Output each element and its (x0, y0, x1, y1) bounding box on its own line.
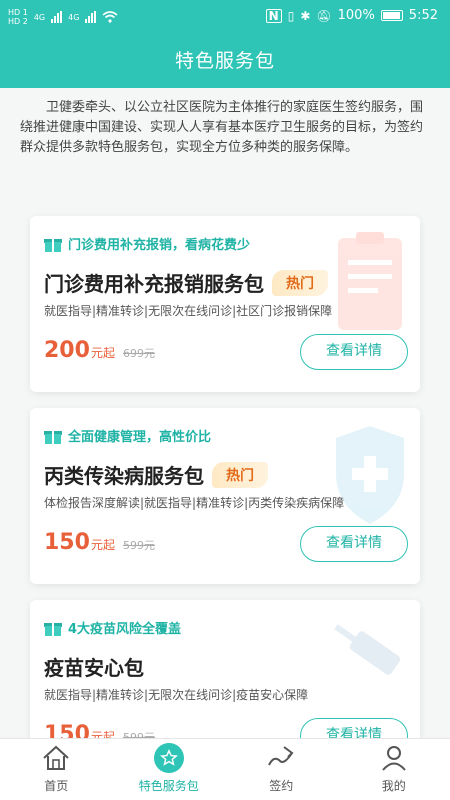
vibrate-icon: ▯ (287, 8, 295, 23)
sim1-label: HD 1 (8, 8, 28, 17)
price-unit: 元起 (90, 538, 115, 552)
gift-icon (44, 620, 62, 636)
price-value: 150 (44, 530, 90, 555)
card-tagline: 4大疫苗风险全覆盖 (44, 618, 181, 637)
view-details-button[interactable]: 查看详情 (300, 718, 408, 738)
tagline-text: 门诊费用补充报销，看病花费少 (68, 238, 251, 253)
sim-labels: HD 1 HD 2 (8, 8, 28, 26)
status-right: N ▯ ✱ 🔕︎ 100% 5:52 (265, 8, 438, 23)
price-value: 150 (44, 722, 90, 738)
original-price: 599元 (122, 539, 155, 552)
service-card-infectious[interactable]: 全面健康管理，高性价比 丙类传染病服务包 热门 体检报告深度解读|就医指导|精准… (30, 408, 420, 584)
syringe-deco-icon (334, 624, 401, 675)
card-features: 就医指导|精准转诊|无限次在线问诊|疫苗安心保障 (44, 688, 309, 702)
original-price: 599元 (122, 731, 155, 738)
card-tagline: 门诊费用补充报销，看病花费少 (44, 234, 250, 253)
tagline-text: 全面健康管理，高性价比 (68, 430, 212, 445)
mute-bell-icon: 🔕︎ (316, 8, 332, 23)
sign-icon (266, 743, 296, 773)
service-card-vaccine[interactable]: 4大疫苗风险全覆盖 疫苗安心包 就医指导|精准转诊|无限次在线问诊|疫苗安心保障… (30, 600, 420, 738)
status-bar: HD 1 HD 2 4G 4G N ▯ ✱ 🔕︎ 100% 5:52 (0, 0, 450, 34)
wifi-icon (102, 11, 118, 23)
tab-mine[interactable]: 我的 (338, 739, 450, 800)
bluetooth-icon: ✱ (300, 8, 311, 23)
signal1-icon (51, 11, 63, 23)
tab-service-packages[interactable]: 特色服务包 (113, 739, 226, 800)
gift-icon (44, 236, 62, 252)
gift-icon (44, 428, 62, 444)
clock: 5:52 (408, 8, 438, 23)
original-price: 699元 (122, 347, 155, 360)
home-icon (41, 743, 71, 773)
battery-icon (380, 10, 403, 21)
tab-home[interactable]: 首页 (0, 739, 113, 800)
price-unit: 元起 (90, 346, 115, 360)
signal2-icon (85, 11, 97, 23)
page-title: 特色服务包 (174, 50, 275, 72)
app-header: HD 1 HD 2 4G 4G N ▯ ✱ 🔕︎ 100% 5:52 特色服务包 (0, 0, 450, 88)
sim2-label: HD 2 (8, 17, 28, 26)
network1-label: 4G (33, 12, 46, 22)
status-left: HD 1 HD 2 4G 4G (8, 8, 118, 26)
shield-deco-icon (336, 426, 404, 524)
hot-badge: 热门 (212, 461, 268, 488)
clipboard-deco-icon (338, 232, 402, 330)
card-title: 疫苗安心包 (44, 652, 144, 681)
view-details-button[interactable]: 查看详情 (300, 334, 408, 370)
price-value: 200 (44, 338, 90, 363)
card-title-text: 疫苗安心包 (44, 656, 144, 680)
card-price: 200 元起 699元 (44, 338, 155, 363)
tab-label: 我的 (381, 779, 406, 793)
card-title: 门诊费用补充报销服务包 热门 (44, 268, 328, 297)
tab-label: 首页 (44, 779, 69, 793)
tab-label: 签约 (269, 779, 294, 793)
battery-percent: 100% (337, 8, 375, 23)
tab-sign[interactable]: 签约 (225, 739, 338, 800)
content-area[interactable]: 卫健委牵头、以公立社区医院为主体推行的家庭医生签约服务，围绕推进健康中国建设、实… (0, 88, 450, 738)
hot-badge: 热门 (272, 269, 328, 296)
card-title-text: 门诊费用补充报销服务包 (44, 272, 264, 296)
nfc-icon: N (265, 8, 282, 23)
card-title-text: 丙类传染病服务包 (44, 464, 204, 488)
network2-label: 4G (68, 12, 80, 22)
tagline-text: 4大疫苗风险全覆盖 (68, 622, 182, 637)
card-price: 150 元起 599元 (44, 530, 155, 555)
card-tagline: 全面健康管理，高性价比 (44, 426, 211, 445)
view-details-button[interactable]: 查看详情 (300, 526, 408, 562)
card-title: 丙类传染病服务包 热门 (44, 460, 268, 489)
card-features: 体检报告深度解读|就医指导|精准转诊|丙类传染疾病保障 (44, 496, 345, 510)
user-icon (379, 743, 409, 773)
bottom-tab-bar: 首页 特色服务包 签约 我的 (0, 738, 450, 800)
intro-text: 卫健委牵头、以公立社区医院为主体推行的家庭医生签约服务，围绕推进健康中国建设、实… (20, 100, 424, 155)
card-features: 就医指导|精准转诊|无限次在线问诊|社区门诊报销保障 (44, 304, 333, 318)
price-unit: 元起 (90, 730, 115, 738)
card-price: 150 元起 599元 (44, 722, 155, 738)
star-icon (153, 743, 184, 773)
tab-label: 特色服务包 (138, 779, 199, 793)
service-card-outpatient[interactable]: 门诊费用补充报销，看病花费少 门诊费用补充报销服务包 热门 就医指导|精准转诊|… (30, 216, 420, 392)
